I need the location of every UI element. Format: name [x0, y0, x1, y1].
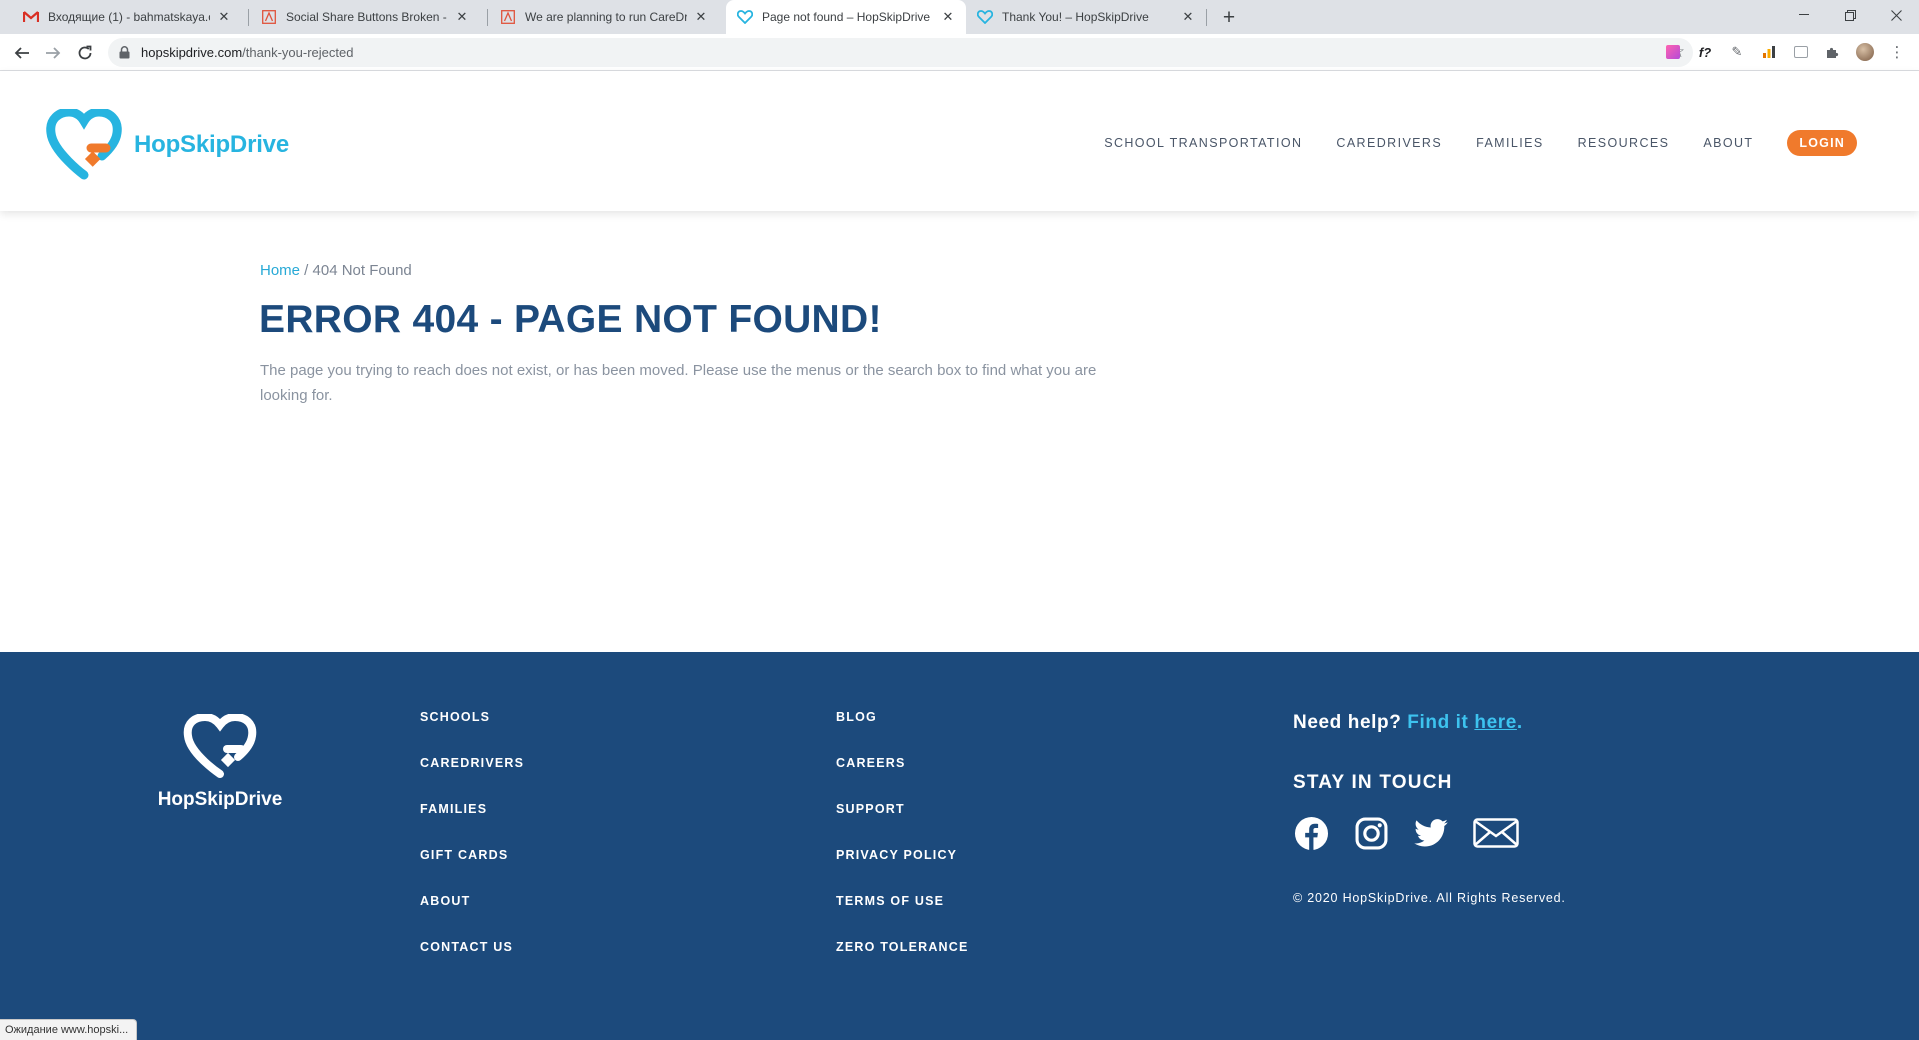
close-window-icon[interactable]	[1873, 0, 1919, 30]
gmail-icon	[22, 8, 40, 26]
footer-link-blog[interactable]: BLOG	[836, 710, 969, 756]
help-prefix: Need help?	[1293, 712, 1402, 733]
footer-column-2: BLOG CAREERS SUPPORT PRIVACY POLICY TERM…	[836, 710, 969, 986]
reload-icon[interactable]	[71, 39, 99, 67]
forward-icon[interactable]	[39, 39, 67, 67]
copyright-text: © 2020 HopSkipDrive. All Rights Reserved…	[1293, 891, 1566, 905]
site-header: HopSkipDrive SCHOOL TRANSPORTATION CARED…	[0, 71, 1919, 211]
close-tab-icon[interactable]: ✕	[216, 9, 232, 25]
tab-title: Page not found – HopSkipDrive	[762, 10, 931, 24]
footer-link-caredrivers[interactable]: CAREDRIVERS	[420, 756, 524, 802]
address-bar[interactable]: hopskipdrive.com/thank-you-rejected ☆	[108, 38, 1693, 67]
help-suffix: .	[1516, 712, 1523, 733]
tab-divider	[487, 9, 488, 26]
tab-title: We are planning to run CareDrive	[525, 10, 687, 24]
footer-logo-text: HopSkipDrive	[157, 789, 283, 810]
analytics-extension-icon[interactable]	[1760, 43, 1778, 61]
nav-families[interactable]: FAMILIES	[1476, 136, 1543, 150]
breadcrumb-separator: /	[300, 262, 313, 279]
asana-icon	[260, 8, 278, 26]
back-icon[interactable]	[8, 39, 36, 67]
profile-avatar-icon[interactable]	[1856, 43, 1874, 61]
tab-divider	[1206, 9, 1207, 26]
main-nav: SCHOOL TRANSPORTATION CAREDRIVERS FAMILI…	[1070, 130, 1857, 156]
page-title: ERROR 404 - PAGE NOT FOUND!	[259, 298, 882, 341]
heart-logo-icon	[183, 712, 257, 778]
help-find: Find it	[1407, 712, 1469, 733]
lock-icon	[119, 46, 130, 59]
help-here-link[interactable]: here	[1474, 712, 1517, 733]
footer-column-1: SCHOOLS CAREDRIVERS FAMILIES GIFT CARDS …	[420, 710, 524, 986]
new-tab-icon[interactable]: +	[1216, 5, 1242, 31]
login-button[interactable]: LOGIN	[1787, 130, 1857, 156]
url-path: /thank-you-rejected	[242, 45, 354, 60]
browser-toolbar: hopskipdrive.com/thank-you-rejected ☆ f?…	[0, 34, 1919, 71]
help-text: Need help? Find it here.	[1293, 712, 1523, 734]
url-text: hopskipdrive.com/thank-you-rejected	[141, 45, 353, 60]
url-domain: hopskipdrive.com	[141, 45, 243, 60]
nav-about[interactable]: ABOUT	[1703, 136, 1753, 150]
email-icon[interactable]	[1473, 815, 1519, 851]
hopskipdrive-heart-icon	[976, 8, 994, 26]
instagram-icon[interactable]	[1353, 815, 1389, 851]
nav-school-transportation[interactable]: SCHOOL TRANSPORTATION	[1104, 136, 1302, 150]
tab-title: Thank You! – HopSkipDrive	[1002, 10, 1149, 24]
footer-link-zero-tolerance[interactable]: ZERO TOLERANCE	[836, 940, 969, 986]
stay-in-touch-heading: STAY IN TOUCH	[1293, 772, 1453, 793]
tab-title: Входящие (1) - bahmatskaya.o@	[48, 10, 210, 24]
footer-logo[interactable]: HopSkipDrive	[155, 712, 285, 811]
tab-divider	[248, 9, 249, 26]
browser-tab-bar: Входящие (1) - bahmatskaya.o@ ✕ Social S…	[0, 0, 1919, 34]
tab-title: Social Share Buttons Broken - Re	[286, 10, 448, 24]
browser-tab-active[interactable]: Page not found – HopSkipDrive ✕	[726, 0, 966, 34]
pen-extension-icon[interactable]: ✎	[1728, 43, 1746, 61]
footer-link-gift-cards[interactable]: GIFT CARDS	[420, 848, 524, 894]
footer-link-schools[interactable]: SCHOOLS	[420, 710, 524, 756]
hopskipdrive-logo[interactable]: HopSkipDrive	[44, 109, 289, 181]
minimize-icon[interactable]	[1781, 0, 1827, 30]
hopskipdrive-heart-icon	[736, 8, 754, 26]
restore-icon[interactable]	[1827, 0, 1873, 30]
heart-logo-icon	[46, 109, 122, 180]
browser-status-bubble: Ожидание www.hopski...	[0, 1019, 138, 1040]
footer-link-families[interactable]: FAMILIES	[420, 802, 524, 848]
more-menu-icon[interactable]: ⋮	[1888, 43, 1906, 61]
breadcrumb: Home / 404 Not Found	[260, 262, 412, 279]
browser-tab[interactable]: We are planning to run CareDrive ✕	[489, 0, 719, 34]
close-tab-icon[interactable]: ✕	[454, 9, 470, 25]
image-extension-icon[interactable]	[1792, 43, 1810, 61]
close-tab-icon[interactable]: ✕	[693, 9, 709, 25]
social-links	[1293, 815, 1543, 851]
footer-link-privacy-policy[interactable]: PRIVACY POLICY	[836, 848, 969, 894]
breadcrumb-home-link[interactable]: Home	[260, 262, 300, 279]
breadcrumb-current: 404 Not Found	[312, 262, 412, 279]
nav-resources[interactable]: RESOURCES	[1578, 136, 1670, 150]
footer-link-about[interactable]: ABOUT	[420, 894, 524, 940]
close-tab-icon[interactable]: ✕	[1180, 9, 1196, 25]
function-extension-icon[interactable]: f?	[1696, 43, 1714, 61]
nav-caredrivers[interactable]: CAREDRIVERS	[1336, 136, 1442, 150]
site-footer: HopSkipDrive SCHOOLS CAREDRIVERS FAMILIE…	[0, 652, 1919, 1040]
asana-icon	[499, 8, 517, 26]
extension-gradient-icon[interactable]	[1664, 43, 1682, 61]
page-description: The page you trying to reach does not ex…	[260, 362, 1097, 404]
extensions-puzzle-icon[interactable]	[1824, 43, 1842, 61]
facebook-icon[interactable]	[1293, 815, 1329, 851]
footer-link-contact-us[interactable]: CONTACT US	[420, 940, 524, 986]
browser-tab[interactable]: Social Share Buttons Broken - Re ✕	[250, 0, 480, 34]
logo-text: HopSkipDrive	[134, 131, 289, 158]
twitter-icon[interactable]	[1413, 815, 1449, 851]
footer-link-careers[interactable]: CAREERS	[836, 756, 969, 802]
footer-link-terms-of-use[interactable]: TERMS OF USE	[836, 894, 969, 940]
browser-tab[interactable]: Thank You! – HopSkipDrive ✕	[966, 0, 1206, 34]
close-tab-icon[interactable]: ✕	[940, 9, 956, 25]
footer-link-support[interactable]: SUPPORT	[836, 802, 969, 848]
browser-tab[interactable]: Входящие (1) - bahmatskaya.o@ ✕	[12, 0, 242, 34]
